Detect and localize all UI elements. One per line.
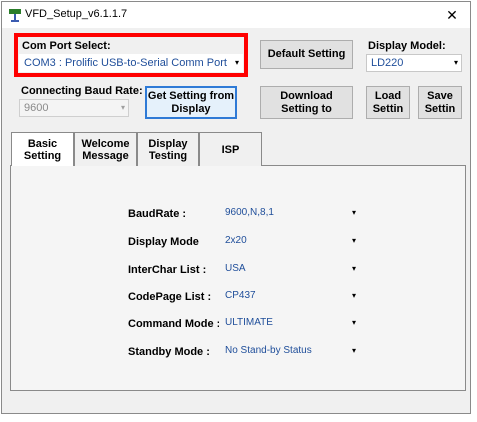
codepage-list-value: CP437 (225, 290, 256, 301)
tab-label: ISP (221, 143, 240, 156)
close-icon[interactable]: ✕ (440, 4, 464, 26)
chevron-down-icon: ▾ (351, 264, 356, 273)
chevron-down-icon: ▾ (453, 58, 458, 67)
display-mode-label: Display Mode (128, 236, 199, 248)
baudrate-value: 9600,N,8,1 (225, 207, 274, 218)
save-label-1: Save (427, 89, 453, 102)
vfd-display-icon (9, 9, 21, 22)
tab-welcome-message[interactable]: Welcome Message (74, 132, 137, 166)
codepage-list-select[interactable]: CP437 ▾ (219, 287, 359, 305)
command-mode-value: ULTIMATE (225, 317, 273, 328)
baud-rate-select[interactable]: 9600 ▾ (19, 99, 129, 117)
tab-label: Message (82, 149, 129, 162)
display-model-select[interactable]: LD220 ▾ (366, 54, 462, 72)
baudrate-select[interactable]: 9600,N,8,1 ▾ (219, 204, 359, 222)
tab-label: Display (148, 137, 188, 150)
chevron-down-icon: ▾ (351, 291, 356, 300)
load-label-2: Settin (372, 102, 404, 115)
chevron-down-icon: ▾ (351, 208, 356, 217)
get-setting-label-2: Display (171, 102, 211, 115)
display-model-label: Display Model: (368, 40, 446, 52)
chevron-down-icon: ▾ (351, 236, 356, 245)
download-label-1: Download (280, 89, 333, 102)
tab-label: Basic (27, 137, 58, 150)
default-setting-label: Default Setting (267, 48, 346, 60)
tab-isp[interactable]: ISP (199, 132, 262, 166)
baud-rate-value: 9600 (24, 102, 49, 114)
interchar-list-label: InterChar List : (128, 264, 207, 276)
chevron-down-icon: ▾ (351, 346, 356, 355)
display-model-value: LD220 (371, 57, 404, 69)
baud-rate-label: Connecting Baud Rate: (21, 85, 143, 97)
save-setting-button[interactable]: Save Settin (418, 86, 462, 119)
get-setting-label-1: Get Setting from (147, 89, 235, 102)
standby-mode-select[interactable]: No Stand-by Status ▾ (219, 342, 359, 360)
tab-label: Welcome (81, 137, 130, 150)
tab-basic-setting[interactable]: Basic Setting (11, 132, 74, 166)
baudrate-label: BaudRate : (128, 208, 187, 220)
load-label-1: Load (374, 89, 402, 102)
chevron-down-icon: ▾ (120, 103, 125, 112)
title-bar: VFD_Setup_v6.1.1.7 ✕ (2, 2, 470, 28)
highlight-box (14, 33, 248, 77)
chevron-down-icon: ▾ (351, 318, 356, 327)
get-setting-button[interactable]: Get Setting from Display (145, 86, 237, 119)
save-label-2: Settin (424, 102, 456, 115)
tab-label: Testing (148, 149, 188, 162)
tab-display-testing[interactable]: Display Testing (137, 132, 199, 166)
download-setting-button[interactable]: Download Setting to (260, 86, 353, 119)
download-label-2: Setting to (281, 102, 332, 115)
standby-mode-value: No Stand-by Status (225, 345, 312, 356)
window-title: VFD_Setup_v6.1.1.7 (25, 8, 128, 20)
standby-mode-label: Standby Mode : (128, 346, 210, 358)
command-mode-label: Command Mode : (128, 318, 221, 330)
display-mode-select[interactable]: 2x20 ▾ (219, 232, 359, 250)
codepage-list-label: CodePage List : (128, 291, 212, 303)
display-mode-value: 2x20 (225, 235, 247, 246)
interchar-list-select[interactable]: USA ▾ (219, 260, 359, 278)
default-setting-button[interactable]: Default Setting (260, 40, 353, 69)
interchar-list-value: USA (225, 263, 246, 274)
load-setting-button[interactable]: Load Settin (366, 86, 410, 119)
command-mode-select[interactable]: ULTIMATE ▾ (219, 314, 359, 332)
app-window: VFD_Setup_v6.1.1.7 ✕ Com Port Select: CO… (1, 1, 471, 414)
tab-label: Setting (23, 149, 62, 162)
